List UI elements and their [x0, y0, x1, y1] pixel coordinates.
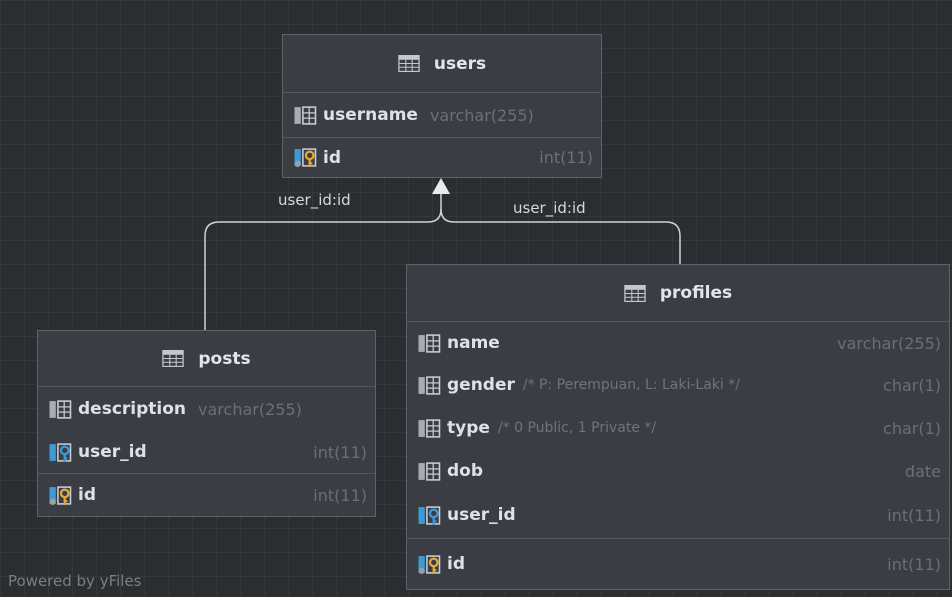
column-name: name	[447, 333, 500, 353]
primary-key-icon	[293, 147, 317, 168]
profiles-table[interactable]: profiles name varchar(255) gender /* P: …	[406, 264, 950, 590]
column-type: varchar(255)	[429, 105, 534, 125]
column-name: username	[323, 105, 418, 125]
users-table-title: users	[433, 53, 487, 74]
column-type: char(1)	[883, 418, 941, 438]
column-type: varchar(255)	[198, 399, 302, 419]
users-column-id[interactable]: id int(11)	[283, 137, 601, 177]
column-icon	[417, 333, 441, 354]
column-type: int(11)	[313, 442, 367, 462]
profiles-column-type[interactable]: type /* 0 Public, 1 Private */ char(1)	[407, 406, 949, 450]
profiles-column-name[interactable]: name varchar(255)	[407, 322, 949, 364]
edge-profiles-users	[440, 208, 681, 264]
column-name: id	[78, 485, 96, 505]
yfiles-watermark: Powered by yFiles	[8, 572, 142, 590]
column-name: id	[323, 147, 341, 168]
profiles-column-user_id[interactable]: user_id int(11)	[407, 492, 949, 538]
profiles-column-gender[interactable]: gender /* P: Perempuan, L: Laki-Laki */ …	[407, 364, 949, 406]
column-name: user_id	[447, 505, 516, 525]
primary-key-icon	[48, 485, 72, 506]
table-icon	[162, 350, 184, 367]
column-icon	[417, 418, 441, 439]
users-column-username[interactable]: username varchar(255)	[283, 93, 601, 137]
column-name: type	[447, 418, 490, 438]
primary-key-icon	[417, 554, 441, 575]
users-table-header[interactable]: users	[283, 35, 601, 93]
column-comment: /* P: Perempuan, L: Laki-Laki */	[522, 377, 740, 393]
column-type: date	[904, 461, 941, 481]
profiles-column-id[interactable]: id int(11)	[407, 538, 949, 589]
diagram-canvas: user_id:id user_id:id users username var…	[0, 0, 952, 597]
column-type: char(1)	[883, 375, 941, 395]
edge-label-profiles-users: user_id:id	[513, 199, 586, 217]
posts-table-title: posts	[198, 348, 251, 369]
edge-arrowhead	[432, 178, 450, 194]
table-icon	[624, 285, 646, 302]
column-icon	[293, 105, 317, 126]
column-name: description	[78, 399, 187, 419]
edge-label-posts-users: user_id:id	[278, 191, 351, 209]
column-name: dob	[447, 461, 484, 481]
column-type: int(11)	[887, 554, 941, 574]
column-icon	[48, 399, 72, 420]
column-name: user_id	[78, 442, 147, 462]
column-name: gender	[447, 375, 515, 395]
column-icon	[417, 461, 441, 482]
foreign-key-icon	[48, 442, 72, 463]
profiles-table-title: profiles	[659, 283, 733, 303]
profiles-table-header[interactable]: profiles	[407, 265, 949, 322]
table-icon	[398, 55, 420, 72]
column-type: int(11)	[539, 148, 593, 167]
posts-column-id[interactable]: id int(11)	[38, 473, 375, 516]
posts-table-header[interactable]: posts	[38, 331, 375, 387]
foreign-key-icon	[417, 505, 441, 526]
column-type: varchar(255)	[837, 333, 941, 353]
column-type: int(11)	[887, 505, 941, 525]
posts-table[interactable]: posts description varchar(255) user_id i…	[37, 330, 376, 517]
posts-column-description[interactable]: description varchar(255)	[38, 387, 375, 431]
posts-column-user_id[interactable]: user_id int(11)	[38, 431, 375, 473]
users-table[interactable]: users username varchar(255) id int(11)	[282, 34, 602, 178]
profiles-column-dob[interactable]: dob date	[407, 450, 949, 492]
column-type: int(11)	[313, 485, 367, 505]
column-comment: /* 0 Public, 1 Private */	[497, 420, 657, 436]
column-name: id	[447, 554, 465, 574]
column-icon	[417, 375, 441, 396]
